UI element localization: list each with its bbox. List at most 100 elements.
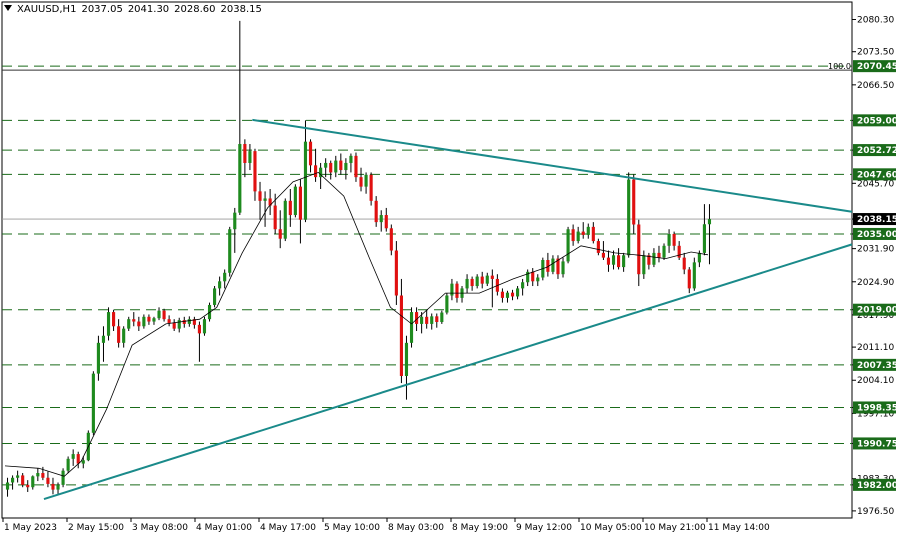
candle — [142, 316, 146, 327]
level-label: 2047.60 — [857, 170, 898, 180]
candle — [430, 316, 434, 324]
level-label: 2070.45 — [857, 62, 898, 72]
candle — [324, 162, 328, 168]
candle — [248, 151, 252, 163]
y-tick-label: 2031.90 — [857, 245, 894, 255]
price-chart[interactable]: 100.0 2080.30 2073.50 2066.50 2059.00 2052.72… — [0, 0, 898, 538]
candle — [218, 281, 222, 289]
candle — [308, 141, 313, 166]
chart-root: XAUUSD,H1 2037.05 2041.30 2028.60 2038.15 10… — [0, 0, 898, 538]
candle — [379, 215, 383, 223]
candle — [66, 458, 70, 471]
level-label: 2059.00 — [857, 116, 898, 126]
current-price-label: 2038.15 — [857, 215, 898, 225]
candle — [339, 160, 343, 171]
candle — [707, 219, 712, 225]
candle — [485, 275, 489, 284]
candle — [500, 291, 504, 298]
y-tick-label: 2024.90 — [857, 278, 894, 288]
candle — [132, 319, 136, 322]
candle — [617, 255, 621, 268]
candle — [5, 482, 10, 490]
candle — [576, 231, 580, 242]
dropdown-triangle-icon[interactable] — [4, 5, 12, 11]
candle — [475, 276, 479, 287]
x-tick-label: 1 May 2023 — [4, 523, 57, 533]
x-tick-label: 5 May 10:00 — [324, 523, 380, 533]
level-label: 2007.35 — [857, 361, 898, 371]
candle — [440, 312, 444, 323]
candle — [596, 241, 600, 253]
low-value: 2028.60 — [174, 4, 216, 15]
candle — [450, 283, 454, 296]
candle — [31, 476, 35, 488]
candle — [470, 278, 474, 287]
candle — [505, 292, 510, 298]
x-tick-label: 8 May 03:00 — [388, 523, 444, 533]
candle — [61, 470, 65, 485]
candle — [91, 373, 95, 433]
candle — [122, 328, 126, 343]
candle — [601, 252, 605, 258]
x-tick-label: 2 May 15:00 — [68, 523, 124, 533]
candle — [632, 179, 636, 225]
candle — [354, 155, 358, 178]
level-label: 2052.72 — [857, 146, 898, 156]
candle — [46, 477, 50, 484]
candle — [420, 316, 424, 324]
candle — [399, 295, 403, 376]
candle — [162, 310, 166, 320]
candle — [223, 272, 227, 282]
candle — [288, 200, 292, 216]
level-label: 2019.00 — [857, 306, 898, 316]
candle — [687, 269, 691, 289]
candle — [435, 316, 439, 323]
candle — [238, 144, 242, 213]
open-value: 2037.05 — [81, 4, 123, 15]
candle — [81, 460, 85, 464]
symbol-header[interactable]: XAUUSD,H1 2037.05 2041.30 2028.60 2038.15 — [4, 4, 267, 15]
candle — [21, 475, 25, 485]
candle — [445, 295, 449, 313]
candle — [480, 276, 484, 284]
candle — [298, 186, 302, 220]
candle — [157, 310, 161, 319]
x-tick-label: 4 May 17:00 — [260, 523, 316, 533]
candle — [586, 226, 590, 235]
candle — [106, 312, 111, 336]
candle — [561, 261, 565, 275]
x-tick-label: 9 May 12:00 — [516, 523, 572, 533]
y-tick-label: 2080.30 — [857, 16, 894, 26]
candle — [101, 335, 106, 343]
candle — [490, 275, 494, 279]
candle — [404, 342, 409, 376]
candle — [622, 255, 626, 268]
candle — [516, 288, 520, 297]
x-tick-label: 8 May 19:00 — [452, 523, 508, 533]
candle — [228, 229, 232, 273]
candle — [127, 319, 131, 329]
candle — [213, 288, 217, 305]
candle — [293, 186, 297, 216]
candle — [531, 271, 535, 282]
candle — [334, 160, 338, 173]
candle — [521, 282, 525, 289]
x-tick-label: 10 May 21:00 — [644, 523, 706, 533]
y-tick-label: 2004.10 — [857, 376, 894, 386]
level-label: 1982.00 — [857, 481, 898, 491]
candle — [56, 484, 60, 490]
candle — [667, 233, 671, 246]
plot-frame — [1, 1, 853, 519]
candle — [369, 174, 373, 201]
candle — [283, 200, 287, 239]
candle — [702, 224, 706, 253]
candle — [581, 231, 585, 235]
candle — [394, 250, 398, 296]
candle — [36, 473, 40, 477]
candle — [258, 191, 262, 201]
candle — [409, 312, 414, 343]
high-value: 2041.30 — [127, 4, 170, 15]
candle — [536, 277, 540, 282]
candle — [627, 179, 631, 256]
candle — [374, 200, 378, 223]
